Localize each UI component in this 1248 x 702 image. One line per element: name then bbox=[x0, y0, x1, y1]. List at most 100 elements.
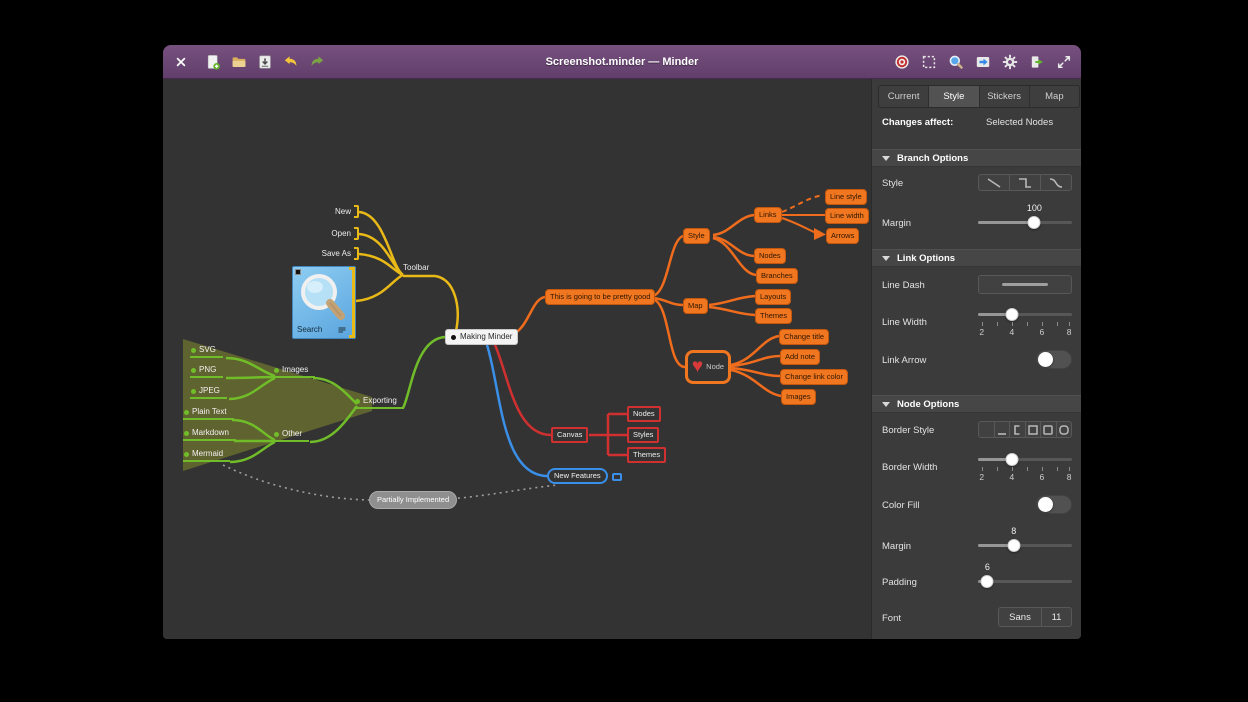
heart-node[interactable]: ♥Node bbox=[685, 350, 731, 384]
border-style-label: Border Style bbox=[882, 425, 934, 436]
link-options-header[interactable]: Link Options bbox=[872, 249, 1081, 267]
search-icon[interactable] bbox=[947, 53, 964, 70]
arrows-node[interactable]: Arrows bbox=[826, 228, 859, 244]
export-door-icon[interactable] bbox=[1028, 53, 1045, 70]
search-node[interactable]: Search bbox=[292, 266, 356, 339]
image-resize-handle[interactable] bbox=[295, 269, 301, 275]
font-family-button[interactable]: Sans bbox=[998, 607, 1042, 627]
svg-node[interactable]: SVG bbox=[190, 346, 223, 358]
tab-current[interactable]: Current bbox=[879, 86, 928, 107]
border-none-button[interactable] bbox=[978, 421, 995, 438]
linestyle-node[interactable]: Line style bbox=[825, 189, 867, 205]
node-label: Links bbox=[759, 211, 777, 219]
link-style-demo-links bbox=[782, 195, 825, 233]
map-node[interactable]: Map bbox=[683, 298, 708, 314]
pretty-node[interactable]: This is going to be pretty good bbox=[545, 289, 655, 305]
border-underline-button[interactable] bbox=[994, 421, 1011, 438]
partially-node[interactable]: Partially Implemented bbox=[369, 491, 457, 509]
node-label: New Features bbox=[554, 472, 601, 480]
padding-slider[interactable]: 6 bbox=[978, 575, 1072, 588]
undo-icon[interactable] bbox=[282, 53, 299, 70]
images-l-node[interactable]: Images bbox=[273, 366, 315, 378]
export-share-icon[interactable] bbox=[974, 53, 991, 70]
branch-margin-slider[interactable]: 100 bbox=[978, 216, 1072, 229]
tab-stickers[interactable]: Stickers bbox=[979, 86, 1029, 107]
save-icon[interactable] bbox=[256, 53, 273, 70]
squared-branch-button[interactable] bbox=[1009, 174, 1041, 191]
curved-branch-button[interactable] bbox=[1040, 174, 1072, 191]
close-icon[interactable] bbox=[172, 53, 189, 70]
saveas-node[interactable]: Save As bbox=[322, 247, 359, 260]
branch-options-header[interactable]: Branch Options bbox=[872, 149, 1081, 167]
collapse-triangle-icon bbox=[882, 156, 890, 161]
nodes-r-node[interactable]: Nodes bbox=[627, 406, 661, 422]
fullscreen-icon[interactable] bbox=[1055, 53, 1072, 70]
jpeg-node[interactable]: JPEG bbox=[190, 387, 227, 399]
node-options-header[interactable]: Node Options bbox=[872, 395, 1081, 413]
line-width-slider[interactable]: 2 4 6 8 bbox=[978, 308, 1072, 337]
nodes-o-node[interactable]: Nodes bbox=[754, 248, 786, 264]
new-features-sticker-icon[interactable] bbox=[612, 473, 622, 481]
node-label: Exporting bbox=[363, 397, 397, 405]
mindmap-canvas[interactable]: New Open Save As Search Toolbar Making Minder… bbox=[163, 79, 871, 639]
themes-r-node[interactable]: Themes bbox=[627, 447, 666, 463]
link-arrow-toggle[interactable] bbox=[1036, 350, 1072, 369]
png-node[interactable]: PNG bbox=[190, 366, 223, 378]
markdown-node[interactable]: Markdown bbox=[183, 429, 236, 441]
arrowhead bbox=[814, 228, 826, 240]
exporting-node[interactable]: Exporting bbox=[354, 397, 404, 409]
node-label: Change link color bbox=[785, 373, 843, 381]
node-label: Change title bbox=[784, 333, 824, 341]
color-fill-toggle[interactable] bbox=[1036, 495, 1072, 514]
slider-thumb[interactable] bbox=[981, 575, 994, 588]
linewidth-node[interactable]: Line width bbox=[825, 208, 869, 224]
focus-target-icon[interactable] bbox=[893, 53, 910, 70]
other-node[interactable]: Other bbox=[273, 430, 309, 442]
tab-style[interactable]: Style bbox=[928, 86, 978, 107]
layouts-node[interactable]: Layouts bbox=[755, 289, 791, 305]
node-label: Images bbox=[786, 393, 811, 401]
plaintext-node[interactable]: Plain Text bbox=[183, 408, 234, 420]
settings-gear-icon[interactable] bbox=[1001, 53, 1018, 70]
addnote-node[interactable]: Add note bbox=[780, 349, 820, 365]
branches-node[interactable]: Branches bbox=[756, 268, 798, 284]
font-size-spinner[interactable]: 11 bbox=[1041, 607, 1072, 627]
border-square-alt-button[interactable] bbox=[1040, 421, 1057, 438]
themes-o-node[interactable]: Themes bbox=[755, 308, 792, 324]
changelinkcolor-node[interactable]: Change link color bbox=[780, 369, 848, 385]
zoom-fit-icon[interactable] bbox=[920, 53, 937, 70]
mermaid-node[interactable]: Mermaid bbox=[183, 450, 230, 462]
images-r-node[interactable]: Images bbox=[781, 389, 816, 405]
open-folder-icon[interactable] bbox=[230, 53, 247, 70]
new-document-icon[interactable] bbox=[204, 53, 221, 70]
changes-affect-value[interactable]: Selected Nodes bbox=[986, 117, 1053, 128]
changetitle-node[interactable]: Change title bbox=[779, 329, 829, 345]
border-bracket-button[interactable] bbox=[1009, 421, 1026, 438]
open-node[interactable]: Open bbox=[331, 227, 359, 240]
tab-map[interactable]: Map bbox=[1029, 86, 1079, 107]
root-node[interactable]: Making Minder bbox=[445, 329, 518, 345]
style-sidebar: CurrentStyleStickersMap Changes affect: … bbox=[871, 79, 1081, 639]
slider-thumb[interactable] bbox=[1028, 216, 1041, 229]
slider-thumb[interactable] bbox=[1005, 453, 1018, 466]
border-rounded-button[interactable] bbox=[1056, 421, 1073, 438]
new-node[interactable]: New bbox=[335, 205, 359, 218]
newfeatures-node[interactable]: New Features bbox=[547, 468, 608, 484]
task-dot bbox=[184, 431, 189, 436]
branch-style-buttons bbox=[978, 174, 1072, 191]
border-width-slider[interactable]: 2 4 6 8 bbox=[978, 453, 1072, 482]
canvasnode-node[interactable]: Canvas bbox=[551, 427, 588, 443]
note-icon bbox=[338, 327, 346, 334]
redo-icon[interactable] bbox=[308, 53, 325, 70]
slider-thumb[interactable] bbox=[1007, 539, 1020, 552]
styles-r-node[interactable]: Styles bbox=[627, 427, 659, 443]
links-node[interactable]: Links bbox=[754, 207, 782, 223]
slider-thumb[interactable] bbox=[1005, 308, 1018, 321]
style-node[interactable]: Style bbox=[683, 228, 710, 244]
straight-branch-button[interactable] bbox=[978, 174, 1010, 191]
node-margin-slider[interactable]: 8 bbox=[978, 539, 1072, 552]
header-bar: Screenshot.minder — Minder bbox=[163, 45, 1081, 79]
toolbar-node[interactable]: Toolbar bbox=[403, 264, 429, 272]
line-dash-button[interactable] bbox=[978, 275, 1072, 294]
border-square-button[interactable] bbox=[1025, 421, 1042, 438]
